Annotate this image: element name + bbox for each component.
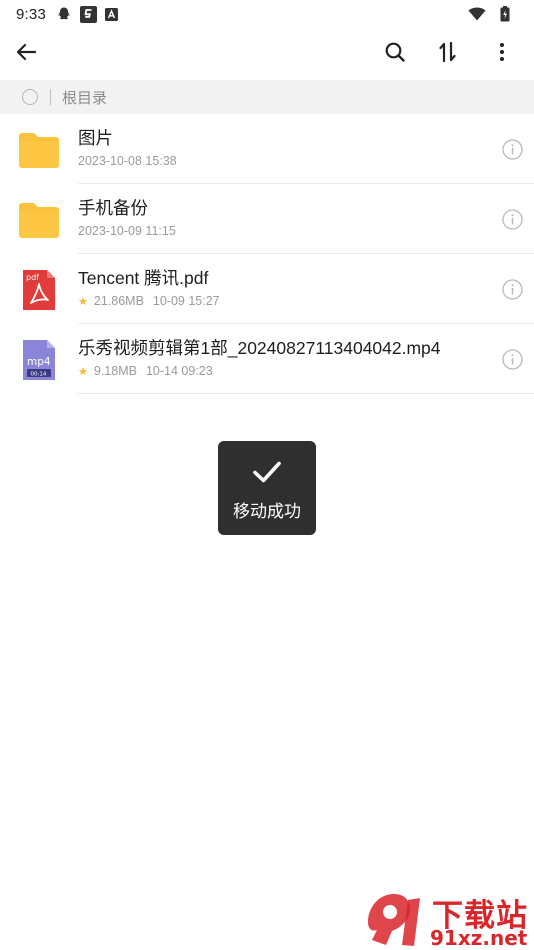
file-date: 10-14 09:23 [145, 364, 213, 378]
mp4-icon-duration: 00:14 [31, 371, 47, 377]
file-meta: ★ 9.18MB 10-14 09:23 [78, 364, 213, 378]
qq-icon [56, 6, 72, 22]
file-date: 10-09 15:27 [152, 294, 220, 308]
status-bar: 9:33 [0, 0, 534, 28]
breadcrumb-divider [50, 89, 51, 105]
video-file-icon: mp4 00:14 [16, 337, 62, 383]
list-item[interactable]: 手机备份 2023-10-09 11:15 [0, 184, 534, 254]
info-button[interactable] [502, 279, 523, 300]
sort-icon [437, 41, 459, 68]
file-meta: 2023-10-09 11:15 [78, 224, 176, 238]
mp4-icon-label: mp4 [27, 356, 51, 368]
list-item[interactable]: 图片 2023-10-08 15:38 [0, 114, 534, 184]
file-date: 2023-10-09 11:15 [78, 224, 176, 238]
file-size: 21.86MB [93, 294, 144, 308]
info-button[interactable] [502, 139, 523, 160]
info-button[interactable] [502, 209, 523, 230]
file-name: 手机备份 [78, 198, 148, 218]
pdf-icon-label: pdf [26, 273, 39, 282]
folder-icon [16, 127, 62, 173]
info-icon [502, 279, 523, 300]
folder-icon [16, 197, 62, 243]
file-size: 9.18MB [93, 364, 137, 378]
file-date: 2023-10-08 15:38 [78, 154, 177, 168]
file-name: Tencent 腾讯.pdf [78, 268, 209, 288]
watermark: 下载站 91xz.net [362, 888, 534, 950]
search-icon [384, 41, 406, 68]
info-button[interactable] [502, 349, 523, 370]
select-all-radio[interactable] [22, 89, 38, 105]
star-icon: ★ [78, 365, 88, 378]
file-meta: 2023-10-08 15:38 [78, 154, 177, 168]
star-icon: ★ [78, 295, 88, 308]
back-button[interactable] [12, 40, 40, 68]
more-vertical-icon [499, 42, 505, 67]
sort-button[interactable] [434, 40, 462, 68]
wifi-icon [468, 7, 486, 21]
toast-message: 移动成功 [233, 502, 301, 521]
file-name: 图片 [78, 128, 113, 148]
breadcrumb: 根目录 [0, 80, 534, 114]
pdf-file-icon: pdf [16, 267, 62, 313]
info-icon [502, 139, 523, 160]
sohu-icon [80, 5, 97, 23]
file-name: 乐秀视频剪辑第1部_20240827113404042.mp4 [78, 338, 441, 358]
search-button[interactable] [381, 40, 409, 68]
file-meta: ★ 21.86MB 10-09 15:27 [78, 294, 220, 308]
a-icon [105, 7, 118, 21]
watermark-logo-icon [368, 894, 420, 946]
back-arrow-icon [14, 40, 38, 69]
list-item[interactable]: pdf Tencent 腾讯.pdf ★ 21.86MB 10-09 15:27 [0, 254, 534, 324]
battery-icon [500, 6, 510, 22]
file-list: 图片 2023-10-08 15:38 手机备份 2023-10-09 11:1… [0, 114, 534, 394]
row-divider [78, 393, 534, 394]
toast: 移动成功 [218, 441, 316, 535]
toolbar [0, 28, 534, 80]
watermark-domain: 91xz.net [430, 926, 528, 950]
list-item[interactable]: mp4 00:14 乐秀视频剪辑第1部_20240827113404042.mp… [0, 324, 534, 394]
status-time: 9:33 [16, 5, 46, 23]
more-button[interactable] [488, 40, 516, 68]
info-icon [502, 209, 523, 230]
check-icon [250, 455, 284, 489]
info-icon [502, 349, 523, 370]
breadcrumb-root[interactable]: 根目录 [62, 87, 107, 108]
